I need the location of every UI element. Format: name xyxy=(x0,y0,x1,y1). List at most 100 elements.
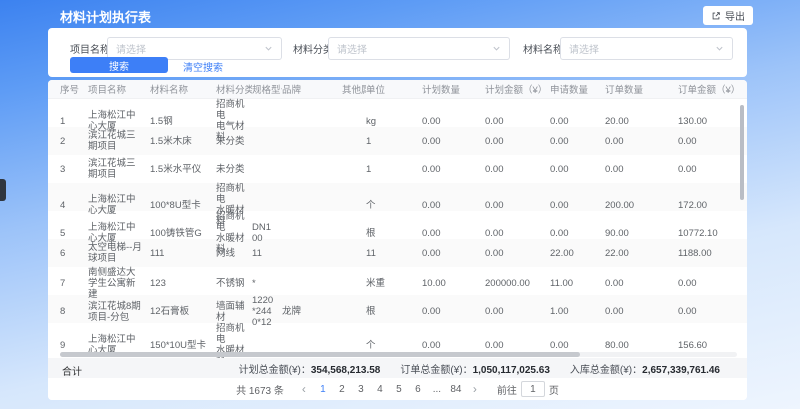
export-icon xyxy=(711,11,721,21)
table-cell: 3 xyxy=(60,164,88,175)
table-cell: 个 xyxy=(366,340,422,351)
table-cell: 111 xyxy=(150,248,216,259)
table-cell: 0.00 xyxy=(485,164,550,175)
material-name-label: 材料名称 xyxy=(523,41,563,56)
table-cell: 150*10U型卡 xyxy=(150,340,216,351)
page-button[interactable]: 6 xyxy=(411,384,425,395)
table-cell: 0.00 xyxy=(550,228,605,239)
table-row: 6太空电梯--月球项目111网线11110.000.0022.0022.0011… xyxy=(48,239,747,267)
table-cell: 9 xyxy=(60,340,88,351)
table-cell: 0.00 xyxy=(678,164,737,175)
chevron-down-icon xyxy=(492,40,501,58)
column-header: 订单金额（¥） xyxy=(678,82,737,96)
table-cell: 0.00 xyxy=(485,200,550,211)
table-cell: 0.00 xyxy=(422,116,485,127)
page-button[interactable]: 5 xyxy=(392,384,406,395)
filter-panel: 项目名称 请选择 材料分类 请选择 材料名称 请选择 搜索 清空搜索 xyxy=(48,28,747,77)
table-cell: kg xyxy=(366,116,422,127)
summary-totals: 计划总金额(¥)：354,568,213.58 订单总金额(¥)：1,050,1… xyxy=(239,358,720,378)
column-header: 订单数量 xyxy=(605,82,678,96)
table-cell: 个 xyxy=(366,200,422,211)
material-category-select[interactable]: 请选择 xyxy=(328,37,510,60)
table-cell: 上海松江中心大厦 xyxy=(88,194,150,216)
page-ellipsis[interactable]: ... xyxy=(430,384,444,395)
table-cell: 滨江花城三期项目 xyxy=(88,130,150,152)
table-cell: 0.00 xyxy=(422,340,485,351)
column-header: 序号 xyxy=(60,82,88,96)
material-category-placeholder: 请选择 xyxy=(337,41,367,56)
table-cell: 0.00 xyxy=(550,164,605,175)
search-button[interactable]: 搜索 xyxy=(70,57,168,73)
table-cell: 0.00 xyxy=(550,116,605,127)
horizontal-scrollbar-thumb[interactable] xyxy=(60,352,580,357)
pagination: 共 1673 条 ‹ 123456... 84 › 前往 页 xyxy=(48,378,747,400)
table-cell: 12石膏板 xyxy=(150,306,216,317)
table-cell: 根 xyxy=(366,228,422,239)
project-name-placeholder: 请选择 xyxy=(116,41,146,56)
table-cell: 0.00 xyxy=(605,136,678,147)
total-count: 共 1673 条 xyxy=(236,382,284,397)
plan-total-amount: 计划总金额(¥)：354,568,213.58 xyxy=(239,361,381,376)
material-name-select[interactable]: 请选择 xyxy=(560,37,733,60)
table-cell: 南侧盛达大学生公寓新建 xyxy=(88,267,150,300)
page-buttons: 123456... 84 xyxy=(316,384,463,395)
table-cell: 0.00 xyxy=(485,228,550,239)
column-header: 计划金额（¥） xyxy=(485,82,550,96)
table-cell: 0.00 xyxy=(422,228,485,239)
table-cell: 0.00 xyxy=(550,136,605,147)
table-row: 2滨江花城三期项目1.5米木床未分类10.000.000.000.000.00 xyxy=(48,127,747,155)
page-button[interactable]: 4 xyxy=(373,384,387,395)
table-cell: 100*8U型卡 xyxy=(150,200,216,211)
page-button[interactable]: 1 xyxy=(316,384,330,395)
export-button[interactable]: 导出 xyxy=(703,6,753,25)
table-cell: 1.5米木床 xyxy=(150,136,216,147)
chevron-down-icon xyxy=(715,40,724,58)
table-cell: 0.00 xyxy=(485,340,550,351)
clear-search-link[interactable]: 清空搜索 xyxy=(183,59,223,74)
table-cell: 90.00 xyxy=(605,228,678,239)
sidebar-collapse-handle[interactable] xyxy=(0,179,6,201)
table-cell: 龙牌 xyxy=(282,306,342,317)
table-cell: 0.00 xyxy=(605,278,678,289)
chevron-down-icon xyxy=(264,40,273,58)
table-cell: 10772.10 xyxy=(678,228,737,239)
table-cell: 1 xyxy=(366,164,422,175)
column-header: 申请数量 xyxy=(550,82,605,96)
page-button[interactable]: 84 xyxy=(449,384,463,395)
table-cell: 米重 xyxy=(366,278,422,289)
table-row: 8滨江花城8期项目-分包12石膏板墙面辅材1220*244 0*12龙牌根0.0… xyxy=(48,295,747,323)
table-cell: 0.00 xyxy=(605,306,678,317)
column-header: 材料分类 xyxy=(216,82,252,96)
page-button[interactable]: 3 xyxy=(354,384,368,395)
table-cell: 22.00 xyxy=(550,248,605,259)
table-body: 1上海松江中心大厦1.5钢招商机电 电气材料kg0.000.000.0020.0… xyxy=(48,99,747,351)
table-cell: 0.00 xyxy=(422,248,485,259)
table-cell: 上海松江中心大厦 xyxy=(88,110,150,132)
table-cell: 0.00 xyxy=(485,248,550,259)
vertical-scrollbar[interactable] xyxy=(740,105,744,200)
page-button[interactable]: 2 xyxy=(335,384,349,395)
table-cell: 11 xyxy=(252,248,282,259)
goto-page-input[interactable] xyxy=(521,381,545,397)
prev-page-button[interactable]: ‹ xyxy=(297,384,311,394)
table-cell: 5 xyxy=(60,228,88,239)
table-cell: 1188.00 xyxy=(678,248,737,259)
next-page-button[interactable]: › xyxy=(468,384,482,394)
column-header: 单位 xyxy=(366,82,422,96)
table-cell: 4 xyxy=(60,200,88,211)
table-cell: 200000.00 xyxy=(485,278,550,289)
column-header: 项目名称 xyxy=(88,82,150,96)
table-cell: 0.00 xyxy=(422,306,485,317)
horizontal-scrollbar[interactable] xyxy=(60,352,737,357)
table-cell: 根 xyxy=(366,306,422,317)
goto-page: 前往 页 xyxy=(497,381,559,397)
column-header: 计划数量 xyxy=(422,82,485,96)
table-cell: 123 xyxy=(150,278,216,289)
table-cell: 1.00 xyxy=(550,306,605,317)
table-row: 3滨江花城三期项目1.5米水平仪未分类10.000.000.000.000.00 xyxy=(48,155,747,183)
table-cell: 不锈钢 xyxy=(216,278,252,289)
table-cell: 1 xyxy=(60,116,88,127)
table-cell: 20.00 xyxy=(605,116,678,127)
table-cell: 80.00 xyxy=(605,340,678,351)
table-cell: 200.00 xyxy=(605,200,678,211)
